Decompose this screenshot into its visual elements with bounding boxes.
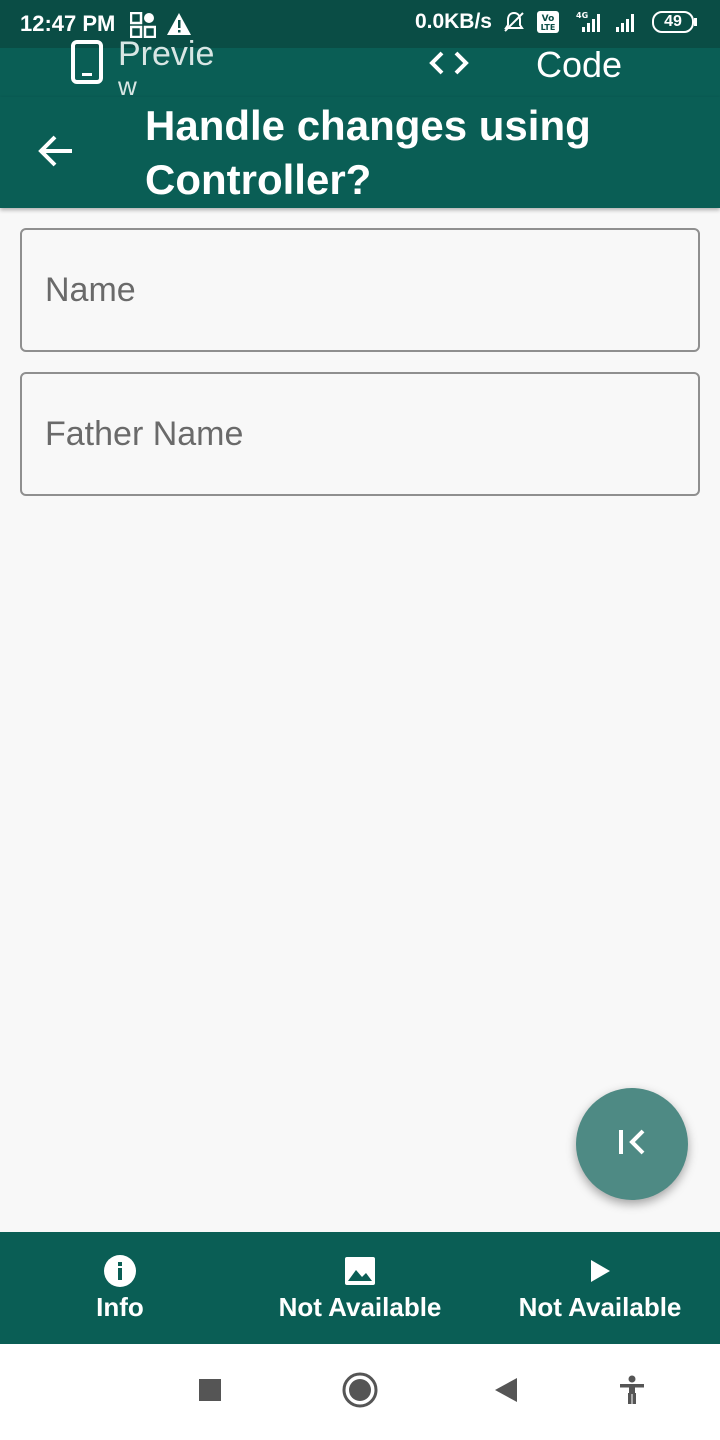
nav-info[interactable]: Info	[0, 1232, 240, 1344]
back-triangle-icon	[493, 1376, 519, 1409]
nav-play[interactable]: Not Available	[480, 1232, 720, 1344]
battery-level: 49	[664, 13, 682, 30]
recents-square-icon	[198, 1378, 222, 1407]
tab-code-label: Code	[536, 44, 623, 85]
accessibility-icon	[618, 1375, 646, 1410]
signal-icon	[614, 10, 642, 34]
back-button[interactable]	[28, 125, 84, 181]
name-field[interactable]	[20, 228, 700, 352]
status-right: 0.0KB/s Vo LTE 4G 49	[415, 10, 698, 34]
bottom-nav: Info Not Available Not Available	[0, 1232, 720, 1344]
nav-play-label: Not Available	[518, 1291, 682, 1322]
page-title: Handle changes using Controller?	[145, 102, 591, 203]
signal-4g-icon: 4G	[570, 10, 604, 34]
back-system-button[interactable]	[484, 1370, 528, 1414]
info-icon	[103, 1254, 137, 1288]
phone-icon	[70, 39, 104, 89]
svg-text:LTE: LTE	[541, 23, 556, 32]
tab-code[interactable]: Code	[428, 40, 638, 90]
net-speed: 0.0KB/s	[414, 10, 492, 33]
image-icon	[344, 1254, 376, 1288]
svg-text:4G: 4G	[576, 11, 588, 20]
tab-preview-label: Previe	[118, 35, 215, 73]
mute-bell-icon	[502, 10, 526, 34]
tab-preview[interactable]: Previe w	[70, 32, 300, 100]
play-icon	[588, 1254, 612, 1288]
nav-info-label: Info	[96, 1291, 144, 1322]
nav-image-label: Not Available	[278, 1291, 442, 1322]
volte-icon: Vo LTE	[536, 10, 560, 34]
tab-preview-label-wrap: w	[118, 71, 137, 101]
battery-icon: 49	[652, 11, 698, 33]
first-page-icon	[617, 1128, 647, 1161]
first-page-fab[interactable]	[576, 1088, 688, 1200]
system-nav-bar	[0, 1344, 720, 1440]
nav-image[interactable]: Not Available	[240, 1232, 480, 1344]
app-bar: Handle changes using Controller?	[0, 97, 720, 208]
father-name-field[interactable]	[20, 372, 700, 496]
code-brackets-icon	[428, 50, 470, 81]
name-input[interactable]	[22, 230, 698, 350]
father-name-input[interactable]	[22, 374, 698, 494]
recents-button[interactable]	[188, 1370, 232, 1414]
tab-strip: Previe w Code	[0, 36, 720, 100]
home-circle-icon	[341, 1371, 379, 1414]
home-button[interactable]	[338, 1370, 382, 1414]
accessibility-button[interactable]	[610, 1370, 654, 1414]
arrow-back-icon	[38, 135, 74, 172]
